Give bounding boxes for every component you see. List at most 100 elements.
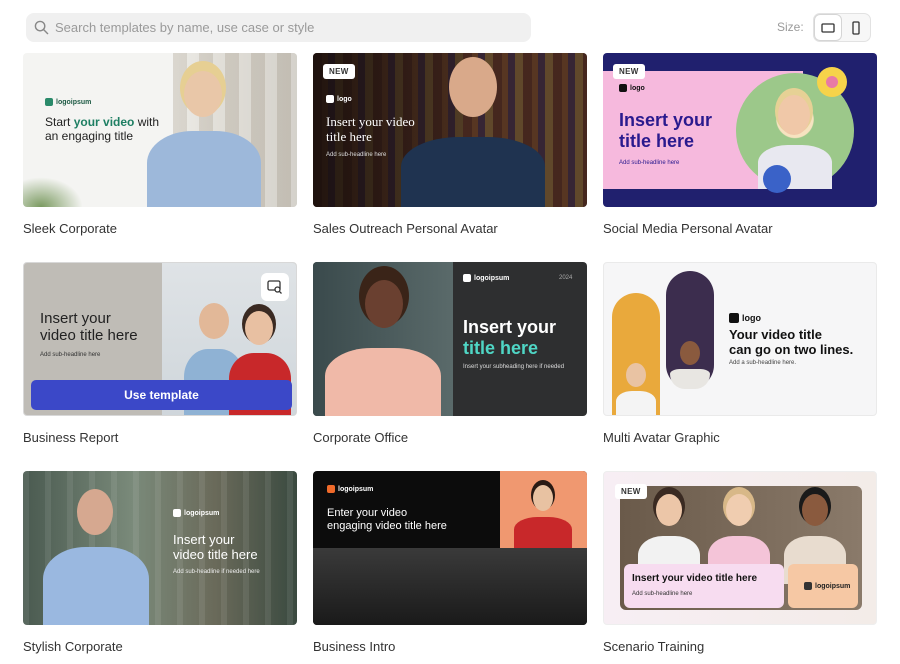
headline-part: an engaging title <box>45 128 134 143</box>
logo-text: logoipsum <box>184 509 220 517</box>
new-badge: NEW <box>613 64 645 79</box>
template-thumbnail[interactable]: NEW Insert your video title here Add sub… <box>603 471 877 625</box>
new-badge: NEW <box>323 64 355 79</box>
template-thumbnail[interactable]: logoipsum Start your video with an engagi… <box>23 53 297 207</box>
logo-text: logo <box>630 84 645 92</box>
template-card-sleek-corporate[interactable]: logoipsum Start your video with an engagi… <box>23 53 297 236</box>
headline-highlight: title here <box>463 337 539 358</box>
avatar-figure <box>41 485 151 625</box>
logo-text: logoipsum <box>338 485 374 493</box>
template-headline: Insert your title here <box>619 110 712 151</box>
brand-logo: logoipsum <box>327 485 373 493</box>
logo-text: logo <box>742 313 761 323</box>
avatar-panel <box>500 471 587 548</box>
title-card: Insert your video title here Add sub-hea… <box>624 564 784 608</box>
preview-icon <box>267 280 282 294</box>
flower-icon <box>826 76 838 88</box>
template-card-stylish-corporate[interactable]: logoipsum Insert your video title here Ad… <box>23 471 297 654</box>
brand-logo: logoipsum <box>804 582 850 590</box>
orange-pill <box>612 293 660 415</box>
template-subheadline: Add a sub-headline here. <box>729 360 797 366</box>
template-thumbnail[interactable]: logo Your video title can go on two lines… <box>603 262 877 416</box>
landscape-icon <box>821 22 835 33</box>
template-title[interactable]: Sleek Corporate <box>23 221 117 236</box>
template-subheadline: Add sub-headline here <box>619 160 680 166</box>
headline-line: Enter your video <box>327 507 408 519</box>
headline-line: can go on two lines. <box>729 341 854 357</box>
toolbar: Size: <box>0 0 900 52</box>
template-subheadline: Add sub-headline here <box>40 352 101 358</box>
headline-line: Insert your <box>173 532 235 547</box>
logo-text: logoipsum <box>56 98 92 106</box>
headline-part: Start <box>45 115 74 129</box>
search-bar[interactable] <box>26 13 531 42</box>
brand-logo: logoipsum <box>45 98 91 106</box>
preview-button[interactable] <box>261 273 289 301</box>
template-title[interactable]: Scenario Training <box>603 639 704 654</box>
headline-line: Insert your <box>619 110 713 130</box>
portrait-icon <box>852 20 860 35</box>
headline-line: title here <box>326 128 372 144</box>
logo-card: logoipsum <box>788 564 858 608</box>
template-card-business-report[interactable]: Insert your video title here Add sub-head… <box>23 262 297 445</box>
template-thumbnail[interactable]: logoipsum Insert your video title here Ad… <box>23 471 297 625</box>
new-badge: NEW <box>615 484 647 499</box>
brand-logo: logo <box>729 313 761 323</box>
logo-text: logo <box>337 95 352 103</box>
template-card-social-media[interactable]: NEW logo Insert your title here Add sub-h… <box>603 53 877 236</box>
size-label: Size: <box>777 20 804 34</box>
brand-logo: logo <box>326 95 352 103</box>
template-title[interactable]: Sales Outreach Personal Avatar <box>313 221 498 236</box>
headline-line: video title here <box>40 327 138 345</box>
brand-logo: logoipsum <box>463 274 509 282</box>
yoga-sticker-icon <box>763 165 791 193</box>
template-title[interactable]: Business Intro <box>313 639 395 654</box>
avatar-figure <box>139 71 269 207</box>
headline-line: Insert your <box>463 317 557 337</box>
use-template-button[interactable]: Use template <box>31 380 292 410</box>
template-thumbnail[interactable]: logoipsum 2024 Insert your title here Ins… <box>313 262 587 416</box>
template-thumbnail[interactable]: NEW logo Insert your title here Add sub-h… <box>603 53 877 207</box>
template-headline: Insert your video title here <box>40 310 138 345</box>
search-input[interactable] <box>55 20 505 35</box>
template-title[interactable]: Corporate Office <box>313 430 408 445</box>
plant-decoration <box>23 177 83 207</box>
template-thumbnail[interactable]: Insert your video title here Add sub-head… <box>23 262 297 416</box>
template-thumbnail[interactable]: logoipsum Enter your video engaging video… <box>313 471 587 625</box>
headline-line: engaging video title here <box>327 519 447 532</box>
template-title[interactable]: Social Media Personal Avatar <box>603 221 773 236</box>
logo-text: logoipsum <box>815 582 851 590</box>
headline-line: video title here <box>173 546 258 562</box>
template-subheadline: Add sub-headline here <box>326 152 387 158</box>
year-label: 2024 <box>559 275 573 281</box>
headline-highlight: your video <box>73 115 135 129</box>
headline-line: title here <box>619 130 695 151</box>
template-card-scenario-training[interactable]: NEW Insert your video title here Add sub… <box>603 471 877 654</box>
purple-pill <box>666 271 714 389</box>
template-card-multi-avatar[interactable]: logo Your video title can go on two lines… <box>603 262 877 445</box>
template-headline: Insert your title here <box>463 317 556 358</box>
template-card-business-intro[interactable]: logoipsum Enter your video engaging video… <box>313 471 587 654</box>
headline-line: Insert your <box>40 310 111 327</box>
portrait-size-button[interactable] <box>842 14 870 41</box>
sticker-circle <box>817 67 847 97</box>
headline-line: Your video title <box>729 327 822 342</box>
logo-text: logoipsum <box>474 274 510 282</box>
template-thumbnail[interactable]: NEW logo Insert your video title here Add… <box>313 53 587 207</box>
template-headline: Your video title can go on two lines. <box>729 327 854 358</box>
landscape-size-button[interactable] <box>814 14 842 41</box>
template-title[interactable]: Business Report <box>23 430 118 445</box>
template-card-sales-outreach[interactable]: NEW logo Insert your video title here Add… <box>313 53 587 236</box>
template-headline: Enter your video engaging video title her… <box>327 507 447 532</box>
template-title[interactable]: Multi Avatar Graphic <box>603 430 720 445</box>
template-subheadline: Add sub-headline here <box>632 591 693 597</box>
template-title[interactable]: Stylish Corporate <box>23 639 123 654</box>
template-card-corporate-office[interactable]: logoipsum 2024 Insert your title here Ins… <box>313 262 587 445</box>
size-toggle <box>813 13 871 42</box>
avatar-figure <box>393 57 553 207</box>
template-headline: Insert your video title here <box>173 532 258 563</box>
brand-logo: logoipsum <box>173 509 219 517</box>
template-subheadline: Add sub-headline if needed here <box>173 569 260 575</box>
avatar-figure <box>319 276 447 416</box>
template-headline: Insert your video title here <box>632 573 758 584</box>
